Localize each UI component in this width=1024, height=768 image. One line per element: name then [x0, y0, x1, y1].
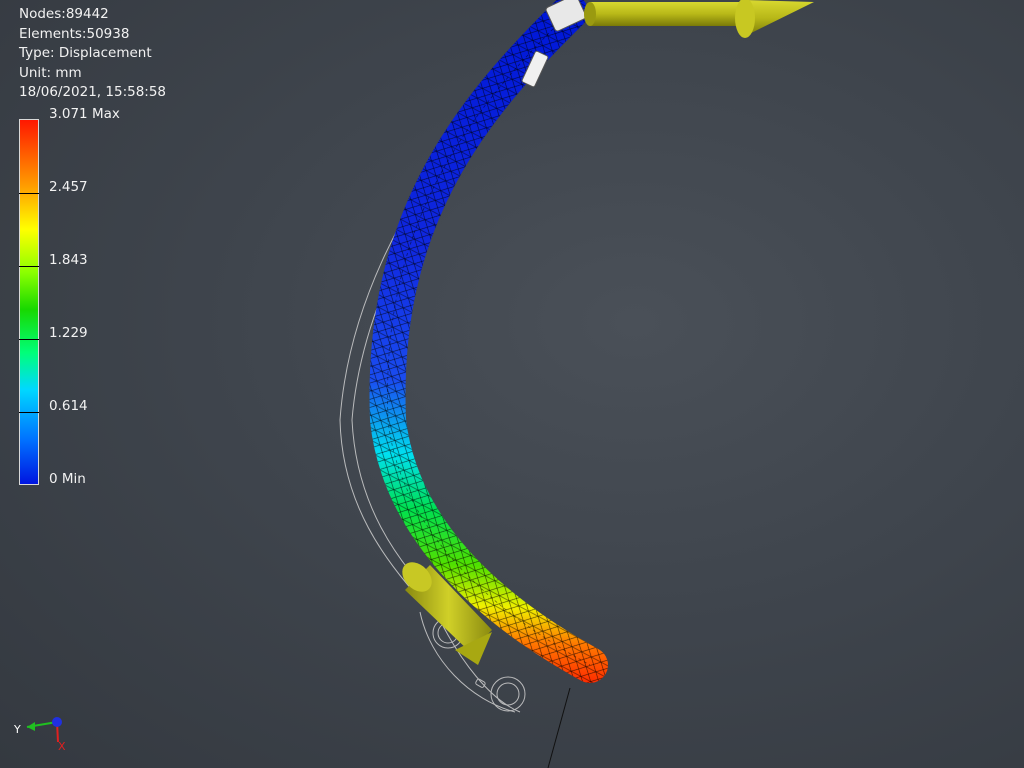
- load-arrow-top: [584, 0, 814, 38]
- view-triad-icon: Y X: [13, 717, 66, 753]
- triad-y-label: Y: [13, 723, 21, 736]
- model-viewport[interactable]: Y X: [0, 0, 1024, 768]
- triad-x-label: X: [58, 740, 66, 753]
- probe-leader-line: [547, 687, 571, 768]
